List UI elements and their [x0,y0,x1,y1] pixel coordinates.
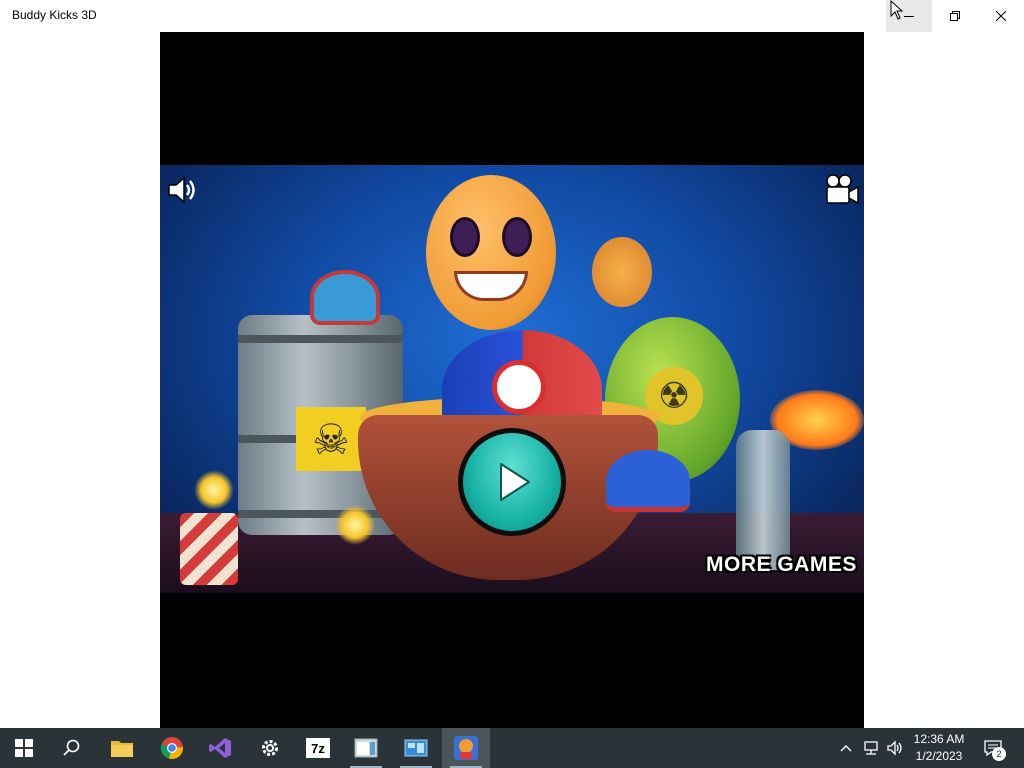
more-games-button[interactable]: MORE GAMES [706,553,857,577]
network-icon [864,741,878,755]
7zip-button[interactable]: 7z [294,728,342,768]
title-bar[interactable]: Buddy Kicks 3D [0,0,1024,32]
visual-studio-icon [209,738,231,758]
maraca [592,237,652,307]
folder-icon [111,741,133,757]
chrome-icon [160,737,184,760]
window-title: Buddy Kicks 3D [12,8,97,22]
7zip-icon: 7z [306,738,330,758]
notification-count-badge: 2 [992,747,1006,761]
close-button[interactable] [978,0,1024,32]
window-icon [354,738,378,758]
buddy-emblem [492,360,546,414]
show-hidden-icons-button[interactable] [836,728,856,768]
play-icon [500,463,530,501]
clock-date: 1/2/2023 [915,749,963,763]
volume-icon [887,740,902,756]
minimize-icon [904,16,914,17]
taskbar: 7z 12:36 AM 1/2/2023 2 [0,728,1024,768]
file-explorer-button[interactable] [98,728,146,768]
molotov-bottle [736,430,790,570]
spiky-ball [310,270,380,325]
buddy-kicks-icon [454,736,478,760]
close-icon [996,11,1006,21]
game-canvas[interactable]: ☠ ☢ MORE GAMES [160,165,864,593]
video-camera-icon[interactable] [824,173,860,207]
gear-icon [262,740,278,756]
control-panel-icon [404,739,428,757]
volume-button[interactable] [884,728,906,768]
app-window: Buddy Kicks 3D ☠ ☢ MORE GAMES [0,0,1024,728]
app-window-button[interactable] [342,728,390,768]
mouse-cursor-icon [890,0,904,20]
restore-icon [950,11,960,21]
visual-studio-button[interactable] [196,728,244,768]
network-button[interactable] [860,728,882,768]
taskbar-clock[interactable]: 12:36 AM 1/2/2023 [906,731,972,765]
control-panel-button[interactable] [392,728,440,768]
buddy-kicks-taskbar-button[interactable] [442,728,490,768]
restore-button[interactable] [932,0,978,32]
spark-effect [335,505,375,545]
settings-button[interactable] [246,728,294,768]
firecracker [180,513,238,585]
start-button[interactable] [0,728,48,768]
game-stage: ☠ ☢ MORE GAMES [160,32,864,728]
blue-helmet [606,450,690,512]
chrome-button[interactable] [148,728,196,768]
spark-effect [194,470,234,510]
search-icon [63,739,80,756]
play-button[interactable] [458,428,566,536]
svg-text:7z: 7z [311,741,325,756]
search-button[interactable] [48,728,96,768]
buddy-head [426,175,556,330]
clock-time: 12:36 AM [913,732,965,746]
windows-logo-icon [15,739,33,757]
sound-icon[interactable] [166,173,200,207]
skull-icon: ☠ [296,407,366,471]
chevron-up-icon [840,745,852,752]
